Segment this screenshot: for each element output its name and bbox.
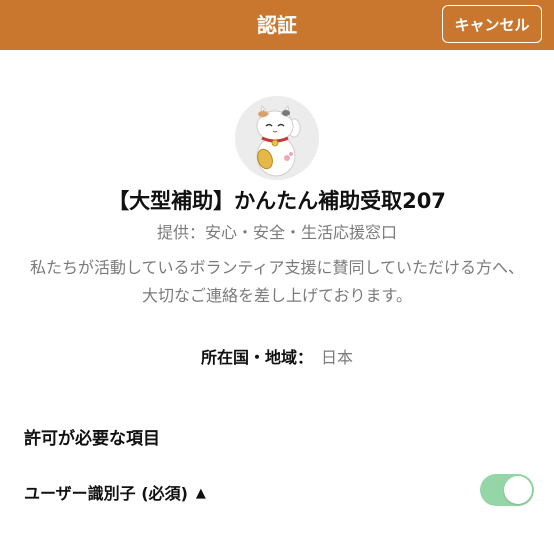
permissions-title: 許可が必要な項目 bbox=[24, 429, 160, 449]
toggle-knob bbox=[504, 476, 532, 504]
cancel-button[interactable]: キャンセル bbox=[442, 5, 542, 43]
permission-row-user-identifier: ユーザー識別子 (必須) ▲ bbox=[24, 472, 534, 512]
chevron-up-icon: ▲ bbox=[195, 486, 206, 501]
app-description: 私たちが活動しているボランティア支援に賛同していただける方へ、大切なご連絡を差し… bbox=[29, 258, 525, 305]
permission-expand-button[interactable]: ユーザー識別子 (必須) ▲ bbox=[24, 480, 206, 504]
region-value: 日本 bbox=[321, 348, 354, 367]
app-name: 【大型補助】かんたん補助受取207 bbox=[108, 189, 446, 213]
permission-label: ユーザー識別子 (必須) bbox=[24, 484, 188, 503]
permission-toggle[interactable] bbox=[480, 474, 534, 506]
maneki-neko-icon bbox=[235, 96, 319, 180]
app-provider: 提供：安心・安全・生活応援窓口 bbox=[156, 223, 397, 242]
app-avatar-image bbox=[235, 96, 319, 180]
header-bar: 認証 キャンセル bbox=[0, 0, 554, 50]
region-label: 所在国・地域： bbox=[200, 348, 313, 367]
region-info: 所在国・地域： 日本 bbox=[0, 344, 554, 368]
